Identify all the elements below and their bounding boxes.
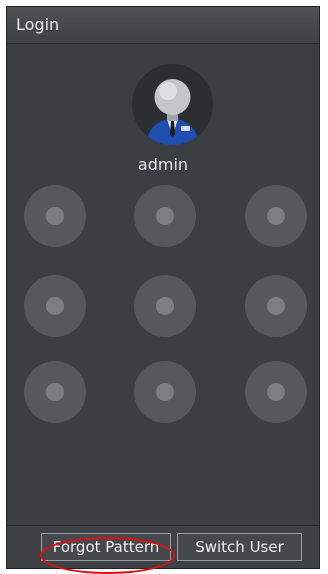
pattern-dot-center bbox=[46, 383, 64, 401]
window-title: Login bbox=[16, 15, 60, 34]
switch-user-button[interactable]: Switch User bbox=[177, 533, 302, 561]
bottom-bar: Forgot Pattern Switch User bbox=[7, 525, 319, 568]
pattern-dot-6[interactable] bbox=[245, 275, 307, 337]
pattern-dot-center bbox=[267, 297, 285, 315]
pattern-dot-7[interactable] bbox=[24, 361, 86, 423]
username-label: admin bbox=[137, 155, 189, 174]
title-bar: Login bbox=[7, 7, 319, 44]
pattern-dot-4[interactable] bbox=[24, 275, 86, 337]
pattern-dot-8[interactable] bbox=[134, 361, 196, 423]
pattern-dot-3[interactable] bbox=[245, 185, 307, 247]
pattern-dot-center bbox=[267, 207, 285, 225]
pattern-dot-center bbox=[46, 207, 64, 225]
pattern-dot-center bbox=[156, 383, 174, 401]
pattern-dot-center bbox=[156, 297, 174, 315]
login-window: Login admin Forgot Pattern Switch User bbox=[6, 6, 320, 569]
pattern-dot-9[interactable] bbox=[245, 361, 307, 423]
pattern-dot-1[interactable] bbox=[24, 185, 86, 247]
pattern-dot-center bbox=[156, 207, 174, 225]
forgot-pattern-button[interactable]: Forgot Pattern bbox=[41, 533, 171, 561]
pattern-dot-5[interactable] bbox=[134, 275, 196, 337]
pattern-dot-center bbox=[46, 297, 64, 315]
pattern-dot-2[interactable] bbox=[134, 185, 196, 247]
user-avatar-icon bbox=[132, 64, 213, 145]
pattern-dot-center bbox=[267, 383, 285, 401]
